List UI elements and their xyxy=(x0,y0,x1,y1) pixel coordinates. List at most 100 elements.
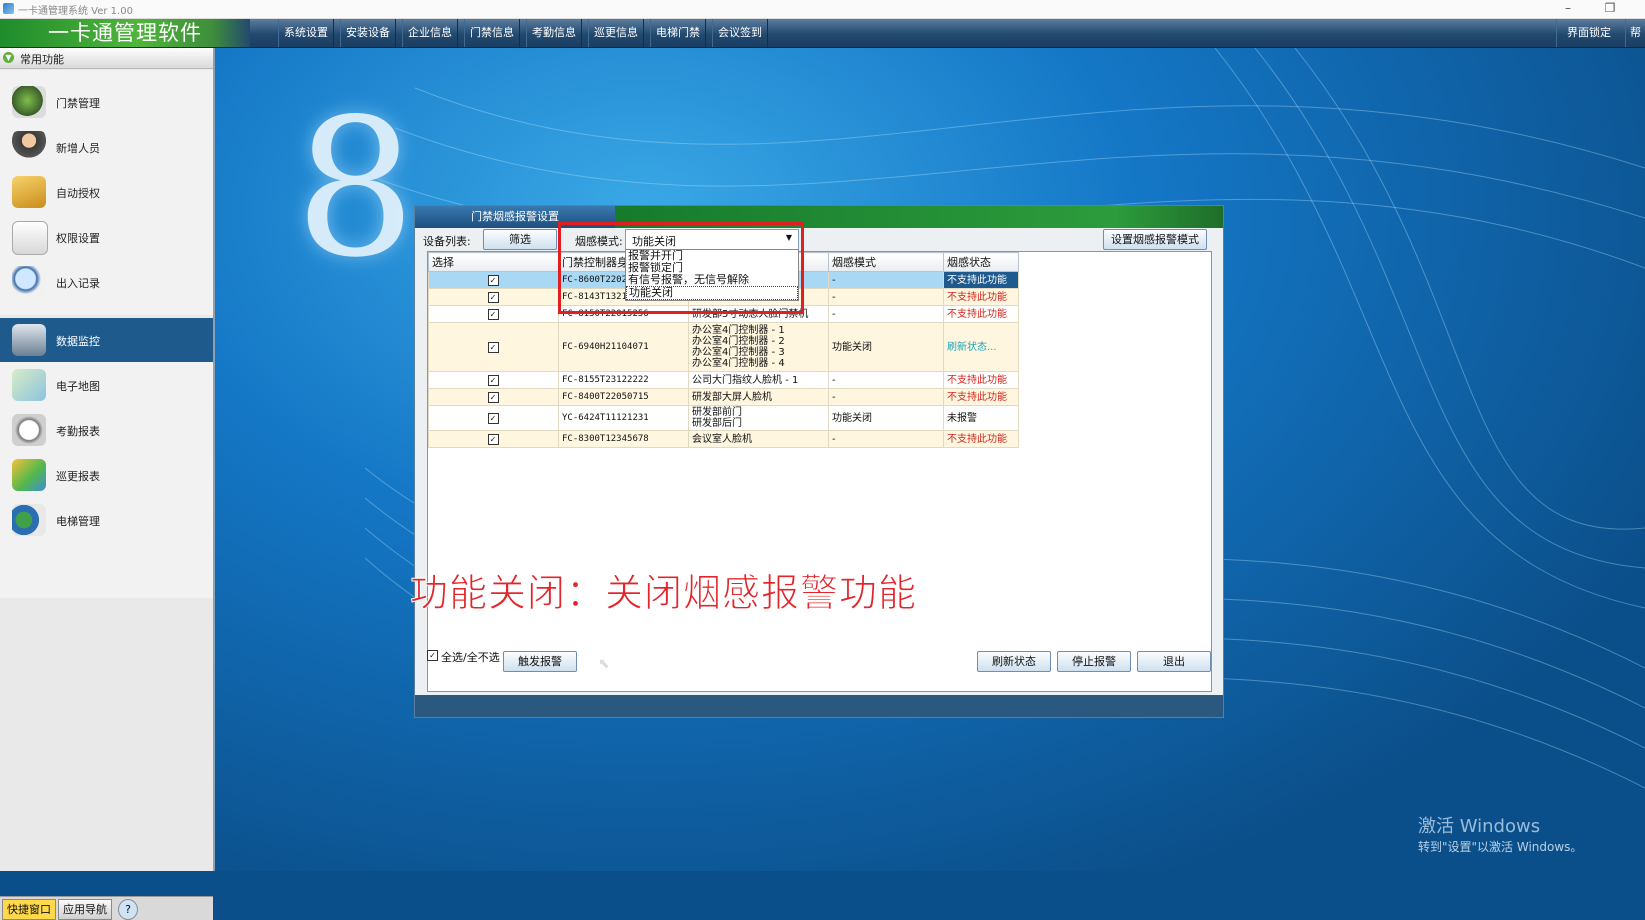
help-icon[interactable]: ? xyxy=(118,899,138,920)
exit-button[interactable]: 退出 xyxy=(1137,651,1211,672)
row-checkbox[interactable]: ✓ xyxy=(487,412,499,424)
sidebar-item-permission-settings[interactable]: 权限设置 xyxy=(0,215,213,259)
stop-alarm-button[interactable]: 停止报警 xyxy=(1057,651,1131,672)
menu-system-settings[interactable]: 系统设置 xyxy=(278,19,334,47)
smoke-status-cell: 不支持此功能 xyxy=(943,371,1019,389)
smoke-mode-cell: - xyxy=(828,288,944,306)
sidebar-item-electronic-map[interactable]: 电子地图 xyxy=(0,363,213,407)
select-all-label[interactable]: 全选/全不选 xyxy=(441,649,500,665)
menu-company-info[interactable]: 企业信息 xyxy=(402,19,458,47)
row-checkbox[interactable]: ✓ xyxy=(487,391,499,403)
row-checkbox[interactable]: ✓ xyxy=(487,374,499,386)
window-title: 一卡通管理系统 Ver 1.00 xyxy=(18,6,133,17)
highlight-frame xyxy=(558,222,804,314)
sidebar: ▼ 常用功能 门禁管理 新增人员 自动授权 权限设置 出入记录 数据监控 电子地… xyxy=(0,48,215,920)
device-name-cell: 公司大门指纹人脸机 - 1 xyxy=(688,371,829,389)
controller-id-cell: FC-8400T22050715 xyxy=(558,388,689,406)
column-header-smoke-mode[interactable]: 烟感模式 xyxy=(828,252,944,272)
sidebar-item-label: 权限设置 xyxy=(56,232,100,245)
sidebar-item-elevator-management[interactable]: 电梯管理 xyxy=(0,498,213,542)
sidebar-item-auto-authorize[interactable]: 自动授权 xyxy=(0,170,213,214)
sidebar-header-label: 常用功能 xyxy=(20,53,64,66)
tab-app-navigation[interactable]: 应用导航 xyxy=(58,899,112,920)
help-menu[interactable]: 帮 xyxy=(1625,19,1645,47)
sidebar-header[interactable]: ▼ 常用功能 xyxy=(0,48,213,69)
trigger-alarm-button[interactable]: 触发报警 xyxy=(503,651,577,672)
lock-ui-button[interactable]: 界面锁定 xyxy=(1556,19,1621,47)
column-header-smoke-status[interactable]: 烟感状态 xyxy=(943,252,1019,272)
controller-id-cell: FC-6940H21104071 xyxy=(558,322,689,372)
set-smoke-alarm-mode-button[interactable]: 设置烟感报警模式 xyxy=(1103,229,1207,250)
controller-id-cell: FC-8300T12345678 xyxy=(558,430,689,448)
menu-patrol-info[interactable]: 巡更信息 xyxy=(588,19,644,47)
smoke-mode-cell: - xyxy=(828,371,944,389)
menu-elevator-access[interactable]: 电梯门禁 xyxy=(650,19,706,47)
mouse-cursor-icon: ⬉ xyxy=(598,656,610,672)
device-grid: 选择 门禁控制器身份 烟感模式 烟感状态 ✓ FC-8600T22026 - 不… xyxy=(427,251,1212,692)
device-name-cell: 研发部前门 研发部后门 xyxy=(688,405,829,431)
smoke-status-cell: 不支持此功能 xyxy=(943,271,1019,289)
restore-icon[interactable]: ❐ xyxy=(1590,0,1630,18)
table-row[interactable]: ✓ FC-6940H21104071 办公室4门控制器 - 1 办公室4门控制器… xyxy=(428,322,1019,372)
sidebar-item-attendance-report[interactable]: 考勤报表 xyxy=(0,408,213,452)
menu-meeting-signin[interactable]: 会议签到 xyxy=(712,19,768,47)
smoke-status-cell: 刷新状态... xyxy=(943,322,1019,372)
activation-watermark-title: 激活 Windows xyxy=(1418,816,1541,837)
dialog-titlebar: 门禁烟感报警设置 xyxy=(415,206,1223,228)
sidebar-item-label: 自动授权 xyxy=(56,187,100,200)
device-name-cell: 会议室人脸机 xyxy=(688,430,829,448)
row-checkbox[interactable]: ✓ xyxy=(487,274,499,286)
smoke-mode-cell: 功能关闭 xyxy=(828,405,944,431)
sidebar-item-label: 电子地图 xyxy=(56,380,100,393)
dialog-footer xyxy=(415,695,1223,717)
row-checkbox[interactable]: ✓ xyxy=(487,433,499,445)
card-icon xyxy=(12,176,46,208)
tab-quick-window[interactable]: 快捷窗口 xyxy=(2,899,56,920)
sidebar-item-add-person[interactable]: 新增人员 xyxy=(0,125,213,169)
collapse-icon[interactable]: ▼ xyxy=(3,52,14,63)
menu-attendance-info[interactable]: 考勤信息 xyxy=(526,19,582,47)
sidebar-item-access-records[interactable]: 出入记录 xyxy=(0,260,213,304)
person-icon xyxy=(12,131,46,163)
magnifier-icon xyxy=(12,266,46,298)
clock-icon xyxy=(12,414,46,446)
smoke-mode-cell: - xyxy=(828,271,944,289)
filter-button[interactable]: 筛选 xyxy=(483,229,557,250)
device-name-cell: 研发部大屏人脸机 xyxy=(688,388,829,406)
sidebar-group-common: 门禁管理 新增人员 自动授权 权限设置 出入记录 xyxy=(0,70,213,315)
app-icon xyxy=(3,3,14,14)
smoke-status-cell: 不支持此功能 xyxy=(943,430,1019,448)
device-name-cell: 办公室4门控制器 - 1 办公室4门控制器 - 2 办公室4门控制器 - 3 办… xyxy=(688,322,829,372)
controller-id-cell: FC-8155T23122222 xyxy=(558,371,689,389)
controller-id-cell: YC-6424T11121231 xyxy=(558,405,689,431)
smoke-status-cell: 未报警 xyxy=(943,405,1019,431)
refresh-status-button[interactable]: 刷新状态 xyxy=(977,651,1051,672)
camera-icon xyxy=(12,324,46,356)
minimize-icon[interactable]: – xyxy=(1548,0,1588,18)
row-checkbox[interactable]: ✓ xyxy=(487,341,499,353)
smoke-mode-cell: 功能关闭 xyxy=(828,322,944,372)
sidebar-item-patrol-report[interactable]: 巡更报表 xyxy=(0,453,213,497)
row-checkbox[interactable]: ✓ xyxy=(487,291,499,303)
smoke-mode-cell: - xyxy=(828,305,944,323)
row-checkbox[interactable]: ✓ xyxy=(487,308,499,320)
select-all-checkbox[interactable]: ✓ xyxy=(427,650,438,661)
table-row[interactable]: ✓ FC-8155T23122222 公司大门指纹人脸机 - 1 - 不支持此功… xyxy=(428,371,1019,389)
menu-install-device[interactable]: 安装设备 xyxy=(340,19,396,47)
window-titlebar: 一卡通管理系统 Ver 1.00 – ❐ xyxy=(0,0,1645,19)
sidebar-item-label: 门禁管理 xyxy=(56,97,100,110)
table-row[interactable]: ✓ FC-8300T12345678 会议室人脸机 - 不支持此功能 xyxy=(428,430,1019,448)
sidebar-item-label: 巡更报表 xyxy=(56,470,100,483)
access-controller-icon xyxy=(12,86,46,118)
table-row[interactable]: ✓ FC-8400T22050715 研发部大屏人脸机 - 不支持此功能 xyxy=(428,388,1019,406)
smoke-status-cell: 不支持此功能 xyxy=(943,288,1019,306)
map-icon xyxy=(12,369,46,401)
sidebar-item-access-management[interactable]: 门禁管理 xyxy=(0,80,213,124)
video-subtitle: 功能关闭：关闭烟感报警功能 xyxy=(409,571,918,616)
table-row[interactable]: ✓ YC-6424T11121231 研发部前门 研发部后门 功能关闭 未报警 xyxy=(428,405,1019,431)
sidebar-bottom-tabs: 快捷窗口 应用导航 ? xyxy=(0,896,213,920)
patrol-icon xyxy=(12,459,46,491)
column-header-select[interactable]: 选择 xyxy=(428,252,559,272)
sidebar-item-data-monitor[interactable]: 数据监控 xyxy=(0,318,213,362)
menu-access-info[interactable]: 门禁信息 xyxy=(464,19,520,47)
